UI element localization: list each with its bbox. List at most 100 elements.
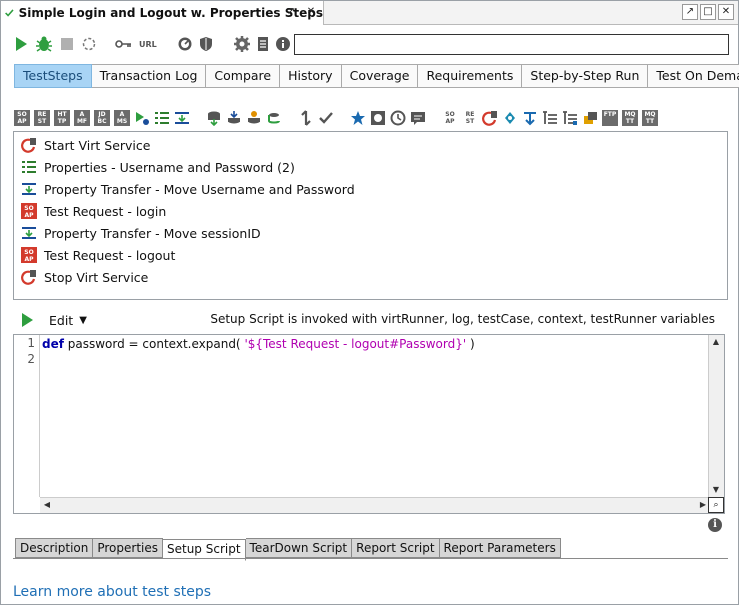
step-label: Test Request - logout (44, 247, 176, 263)
list-item[interactable]: SO AP Test Request - login (14, 200, 727, 222)
list-icon[interactable] (257, 36, 269, 52)
manual-step-icon[interactable] (370, 110, 386, 126)
run-step-icon[interactable] (134, 110, 150, 126)
scroll-up-icon[interactable]: ▲ (709, 335, 723, 349)
goto-step-icon[interactable] (298, 110, 314, 126)
gear-icon[interactable] (233, 35, 251, 53)
svg-text:SO: SO (24, 205, 33, 212)
pin-icon[interactable]: ↗ (284, 5, 298, 19)
datagen-step-icon[interactable] (246, 110, 262, 126)
scroll-left-icon[interactable]: ◀ (40, 498, 54, 512)
list-item[interactable]: Properties - Username and Password (2) (14, 156, 727, 178)
line-number: 1 (27, 336, 35, 350)
gauge-icon[interactable] (177, 36, 193, 52)
svg-text:AP: AP (24, 256, 34, 263)
http-step-icon[interactable]: HT TP (54, 110, 70, 126)
jdbc-step-icon[interactable]: JD BC (94, 110, 110, 126)
restore-icon[interactable]: □ (700, 4, 716, 20)
code-line[interactable]: def password = context.expand( '${Test R… (42, 336, 475, 352)
step-label: Test Request - login (44, 203, 167, 219)
tab-step-by-step-run[interactable]: Step-by-Step Run (522, 64, 649, 88)
code-text-end: ) (466, 337, 475, 351)
properties-step-icon[interactable] (154, 110, 170, 126)
datasource-step-icon[interactable] (206, 110, 222, 126)
stop-icon[interactable] (59, 36, 75, 52)
tab-teardown-script[interactable]: TearDown Script (245, 538, 353, 558)
publish-step-icon[interactable] (542, 110, 558, 126)
rest-mock-icon[interactable]: RE ST (462, 110, 478, 126)
info-icon[interactable]: i (708, 518, 722, 532)
tab-report-parameters[interactable]: Report Parameters (439, 538, 561, 558)
scroll-down-icon[interactable]: ▼ (709, 483, 723, 497)
editor-tab-strip: Simple Login and Logout w. Properties St… (1, 1, 738, 25)
transfer-step-icon[interactable] (174, 110, 190, 126)
shield-icon[interactable] (199, 36, 213, 52)
soap-step-icon[interactable]: SO AP (14, 110, 30, 126)
key-icon[interactable] (115, 37, 133, 51)
dataloop-step-icon[interactable] (266, 110, 282, 126)
tab-report-script[interactable]: Report Script (352, 538, 440, 558)
window-close-icon[interactable]: ✕ (718, 4, 734, 20)
tab-coverage[interactable]: Coverage (341, 64, 419, 88)
delay-step-icon[interactable] (390, 110, 406, 126)
horizontal-scrollbar[interactable]: ◀ ▶ (40, 497, 710, 513)
main-toolbar: URL (13, 34, 291, 54)
line-number: 2 (27, 352, 35, 366)
list-item[interactable]: Property Transfer - Move sessionID (14, 222, 727, 244)
document-tab[interactable]: Simple Login and Logout w. Properties St… (1, 1, 324, 25)
edit-menu-button[interactable]: Edit (49, 313, 73, 328)
script-editor[interactable]: 1 2 def password = context.expand( '${Te… (13, 334, 725, 514)
kafka-step-icon[interactable] (502, 110, 518, 126)
ams-step-icon[interactable]: A MS (114, 110, 130, 126)
amf-step-icon[interactable]: A MF (74, 110, 90, 126)
step-label: Property Transfer - Move Username and Pa… (44, 181, 355, 197)
folder-step-icon[interactable] (582, 110, 598, 126)
assertion-step-icon[interactable] (318, 110, 334, 126)
learn-more-link[interactable]: Learn more about test steps (13, 584, 211, 600)
list-item[interactable]: Property Transfer - Move Username and Pa… (14, 178, 727, 200)
debug-bug-icon[interactable] (35, 35, 53, 53)
info-icon[interactable] (275, 36, 291, 52)
receive-step-icon[interactable] (522, 110, 538, 126)
tab-description[interactable]: Description (15, 538, 94, 558)
tab-properties[interactable]: Properties (93, 538, 163, 558)
star-icon[interactable] (350, 110, 366, 126)
run-icon[interactable] (13, 36, 29, 52)
search-input[interactable] (294, 34, 729, 55)
svg-text:SO: SO (24, 249, 33, 256)
run-script-icon[interactable] (19, 312, 35, 328)
vertical-scrollbar[interactable]: ▲ ▼ (708, 335, 724, 497)
close-tab-icon[interactable]: ✕ (304, 5, 318, 19)
mqtt-publish-icon[interactable]: MQ TT (622, 110, 638, 126)
step-label: Start Virt Service (44, 137, 151, 153)
url-icon[interactable]: URL (139, 40, 157, 49)
step-label: Property Transfer - Move sessionID (44, 225, 261, 241)
tab-teststeps[interactable]: TestSteps (14, 64, 92, 88)
step-label: Stop Virt Service (44, 269, 149, 285)
ftp-step-icon[interactable]: FTP (602, 110, 618, 126)
tab-requirements[interactable]: Requirements (418, 64, 523, 88)
tab-transaction-log[interactable]: Transaction Log (91, 64, 207, 88)
svg-text:AP: AP (24, 212, 34, 219)
tab-history[interactable]: History (280, 64, 342, 88)
window-pin-icon[interactable]: ↗ (682, 4, 698, 20)
subscribe-step-icon[interactable] (562, 110, 578, 126)
zoom-icon[interactable]: ⌕ (708, 497, 724, 513)
soap-mock-icon[interactable]: SO AP (442, 110, 458, 126)
script-header: Edit ▼ Setup Script is invoked with virt… (13, 310, 729, 330)
property-transfer-icon (22, 183, 36, 195)
comment-step-icon[interactable] (410, 110, 426, 126)
virt-start-icon[interactable] (482, 110, 498, 126)
add-step-toolbar: SO AP RE ST HT TP A MF JD BC A MS SO AP … (14, 109, 658, 127)
tab-test-on-demand[interactable]: Test On Demand (648, 64, 739, 88)
mqtt-receive-icon[interactable]: MQ TT (642, 110, 658, 126)
chevron-down-icon[interactable]: ▼ (79, 315, 87, 326)
loop-icon[interactable] (81, 36, 97, 52)
list-item[interactable]: Stop Virt Service (14, 266, 727, 288)
rest-step-icon[interactable]: RE ST (34, 110, 50, 126)
datasink-step-icon[interactable] (226, 110, 242, 126)
list-item[interactable]: SO AP Test Request - logout (14, 244, 727, 266)
list-item[interactable]: Start Virt Service (14, 134, 727, 156)
tab-compare[interactable]: Compare (206, 64, 281, 88)
property-transfer-icon (22, 227, 36, 239)
